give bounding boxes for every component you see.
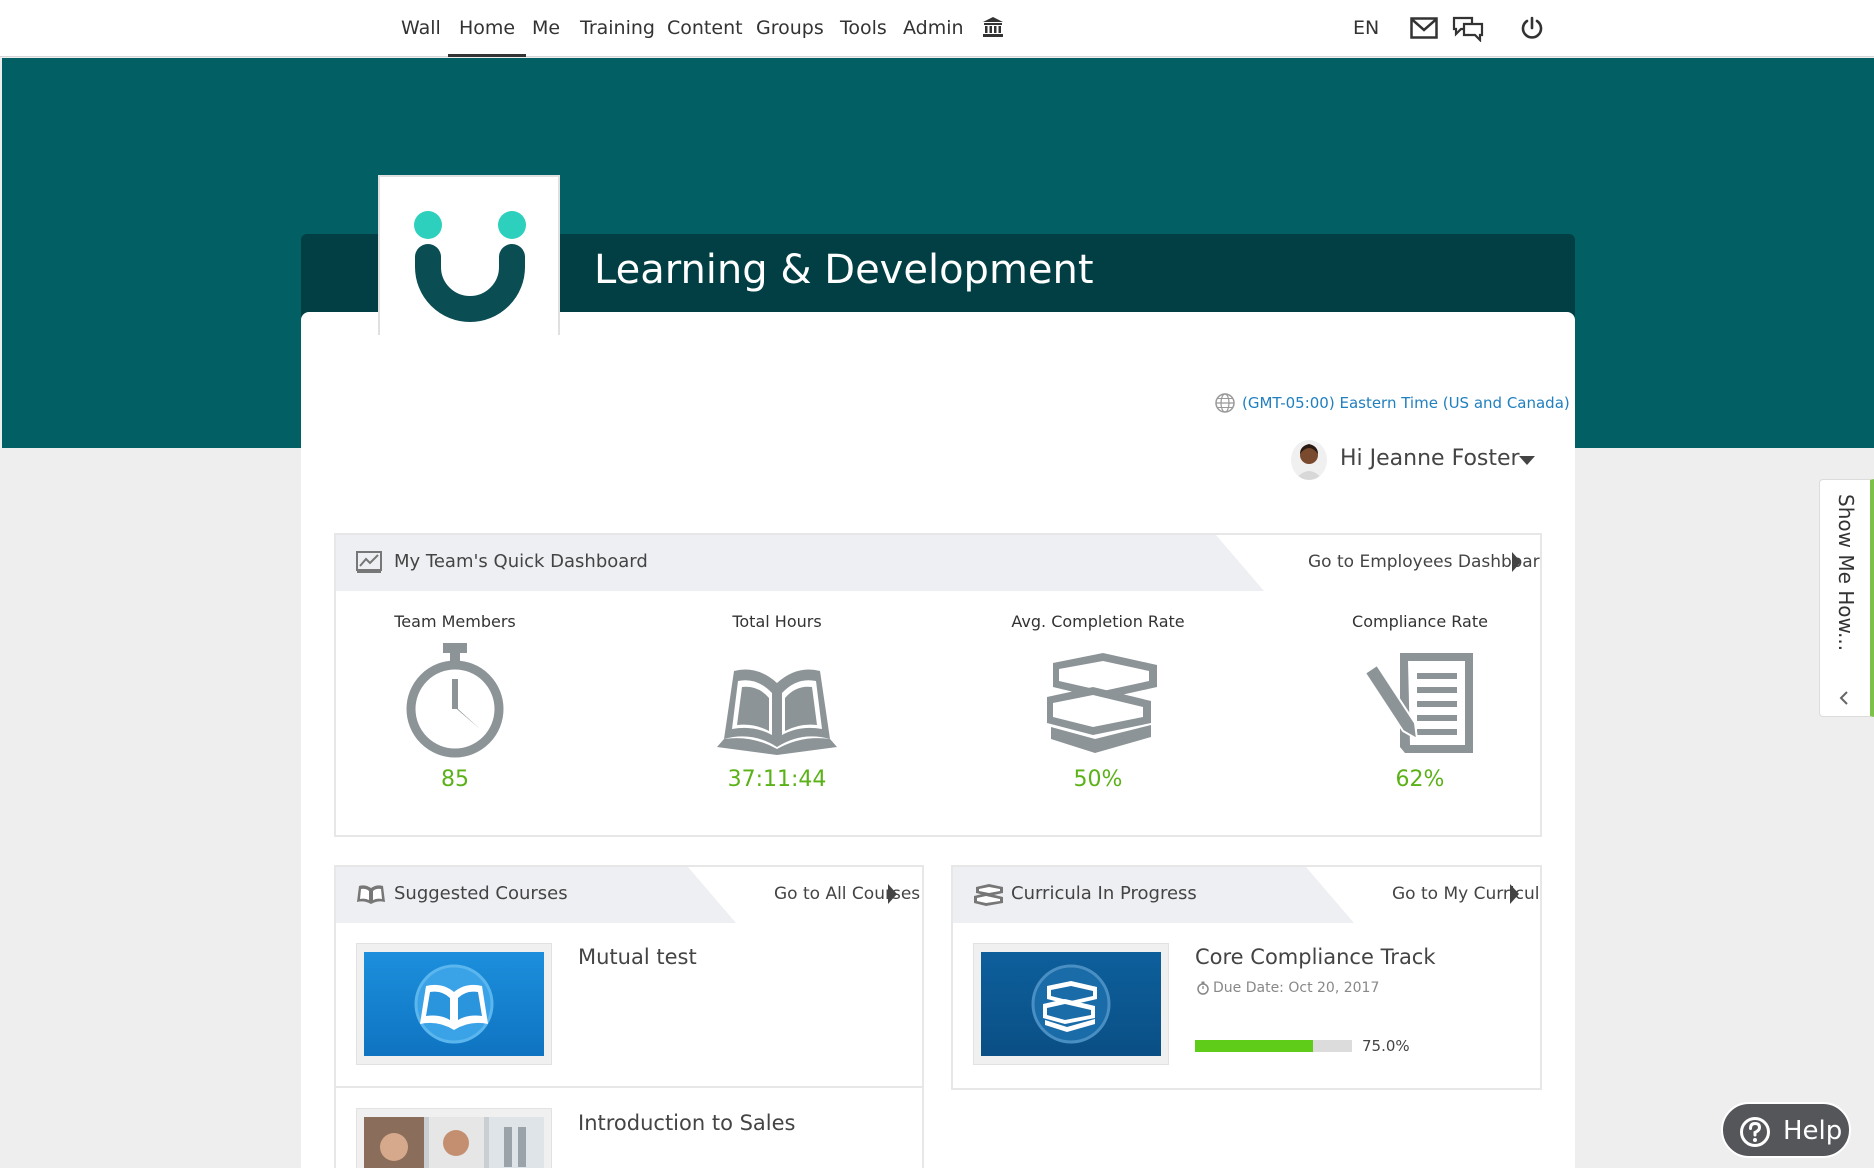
course-thumbnail[interactable] [356,1108,552,1168]
mail-icon[interactable] [1410,17,1438,39]
link-text: Go to All Courses [774,884,921,904]
nav-item-wall[interactable]: Wall [401,17,441,39]
nav-item-home[interactable]: Home [447,17,527,57]
language-selector[interactable]: EN [1353,17,1379,39]
stat-label: Team Members [394,612,516,631]
curriculum-thumbnail[interactable] [973,943,1169,1065]
books-thumbnail-icon [981,952,1161,1056]
smiley-logo-icon [414,211,526,322]
open-book-icon [717,669,837,755]
show-me-how-label: Show Me How... [1834,494,1858,652]
question-icon [1740,1117,1770,1147]
globe-icon [1215,393,1235,413]
stat-value: 85 [441,767,469,792]
nav-item-me[interactable]: Me [532,17,560,39]
course-thumbnail[interactable] [356,943,552,1065]
stat-value: 37:11:44 [727,767,827,792]
stat-value: 62% [1395,767,1445,792]
link-text: Go to My Curricula [1392,884,1550,904]
chevron-right-icon [1512,552,1521,572]
stopwatch-icon [406,643,504,758]
page-title: Learning & Development [594,247,1094,293]
progress-bar-fill [1195,1040,1313,1052]
nav-item-tools[interactable]: Tools [840,17,887,39]
books-stack-icon [974,884,1003,906]
stat-label: Avg. Completion Rate [1011,612,1185,631]
top-navigation: Wall Home Me Training Content Groups Too… [0,0,1874,57]
due-date-text: Due Date: Oct 20, 2017 [1213,980,1380,996]
stat-team-members: Team Members 85 [335,612,575,792]
greeting-text: Hi Jeanne Foster [1340,446,1520,471]
progress-bar [1195,1040,1352,1052]
stat-label: Compliance Rate [1352,612,1488,631]
avatar [1291,440,1327,480]
photo-thumbnail-icon [364,1117,544,1168]
dashboard-icon [356,551,382,573]
timezone-link[interactable]: (GMT-05:00) Eastern Time (US and Canada) [1214,392,1570,414]
progress-label: 75.0% [1362,1037,1410,1055]
chevron-right-icon [1510,884,1519,904]
panel-title: Curricula In Progress [1011,883,1197,904]
help-button[interactable]: Help [1721,1102,1851,1158]
help-label: Help [1783,1116,1843,1146]
chevron-down-icon [1519,456,1535,465]
document-pen-icon [1363,653,1473,753]
institution-icon[interactable] [982,16,1004,38]
nav-item-content[interactable]: Content [667,17,743,39]
stat-label: Total Hours [732,612,822,631]
chevron-right-icon [888,884,897,904]
stat-total-hours: Total Hours 37:11:44 [657,612,897,792]
nav-item-training[interactable]: Training [580,17,655,39]
due-date: Due Date: Oct 20, 2017 [1196,980,1379,996]
open-book-icon [357,885,385,904]
open-book-thumbnail-icon [364,952,544,1056]
curriculum-title-link[interactable]: Core Compliance Track [1195,945,1436,969]
chat-icon[interactable] [1452,16,1484,42]
stat-value: 50% [1073,767,1123,792]
chevron-left-icon [1839,691,1848,705]
logo [378,175,560,335]
divider [336,1086,922,1088]
timezone-text: (GMT-05:00) Eastern Time (US and Canada) [1242,394,1570,412]
stat-compliance-rate: Compliance Rate 62% [1300,612,1540,792]
stopwatch-icon [1197,981,1209,995]
stat-avg-completion-rate: Avg. Completion Rate 50% [978,612,1218,792]
power-icon[interactable] [1520,16,1544,40]
panel-title: Suggested Courses [394,883,568,904]
panel-title: My Team's Quick Dashboard [394,551,648,572]
nav-item-admin[interactable]: Admin [903,17,964,39]
course-title-link[interactable]: Introduction to Sales [578,1111,796,1135]
course-title-link[interactable]: Mutual test [578,945,697,969]
books-stack-icon [1047,653,1157,753]
show-me-how-tab[interactable]: Show Me How... [1819,479,1874,717]
employees-dashboard-link[interactable]: Go to Employees Dashboard [1216,535,1540,591]
nav-item-groups[interactable]: Groups [756,17,824,39]
